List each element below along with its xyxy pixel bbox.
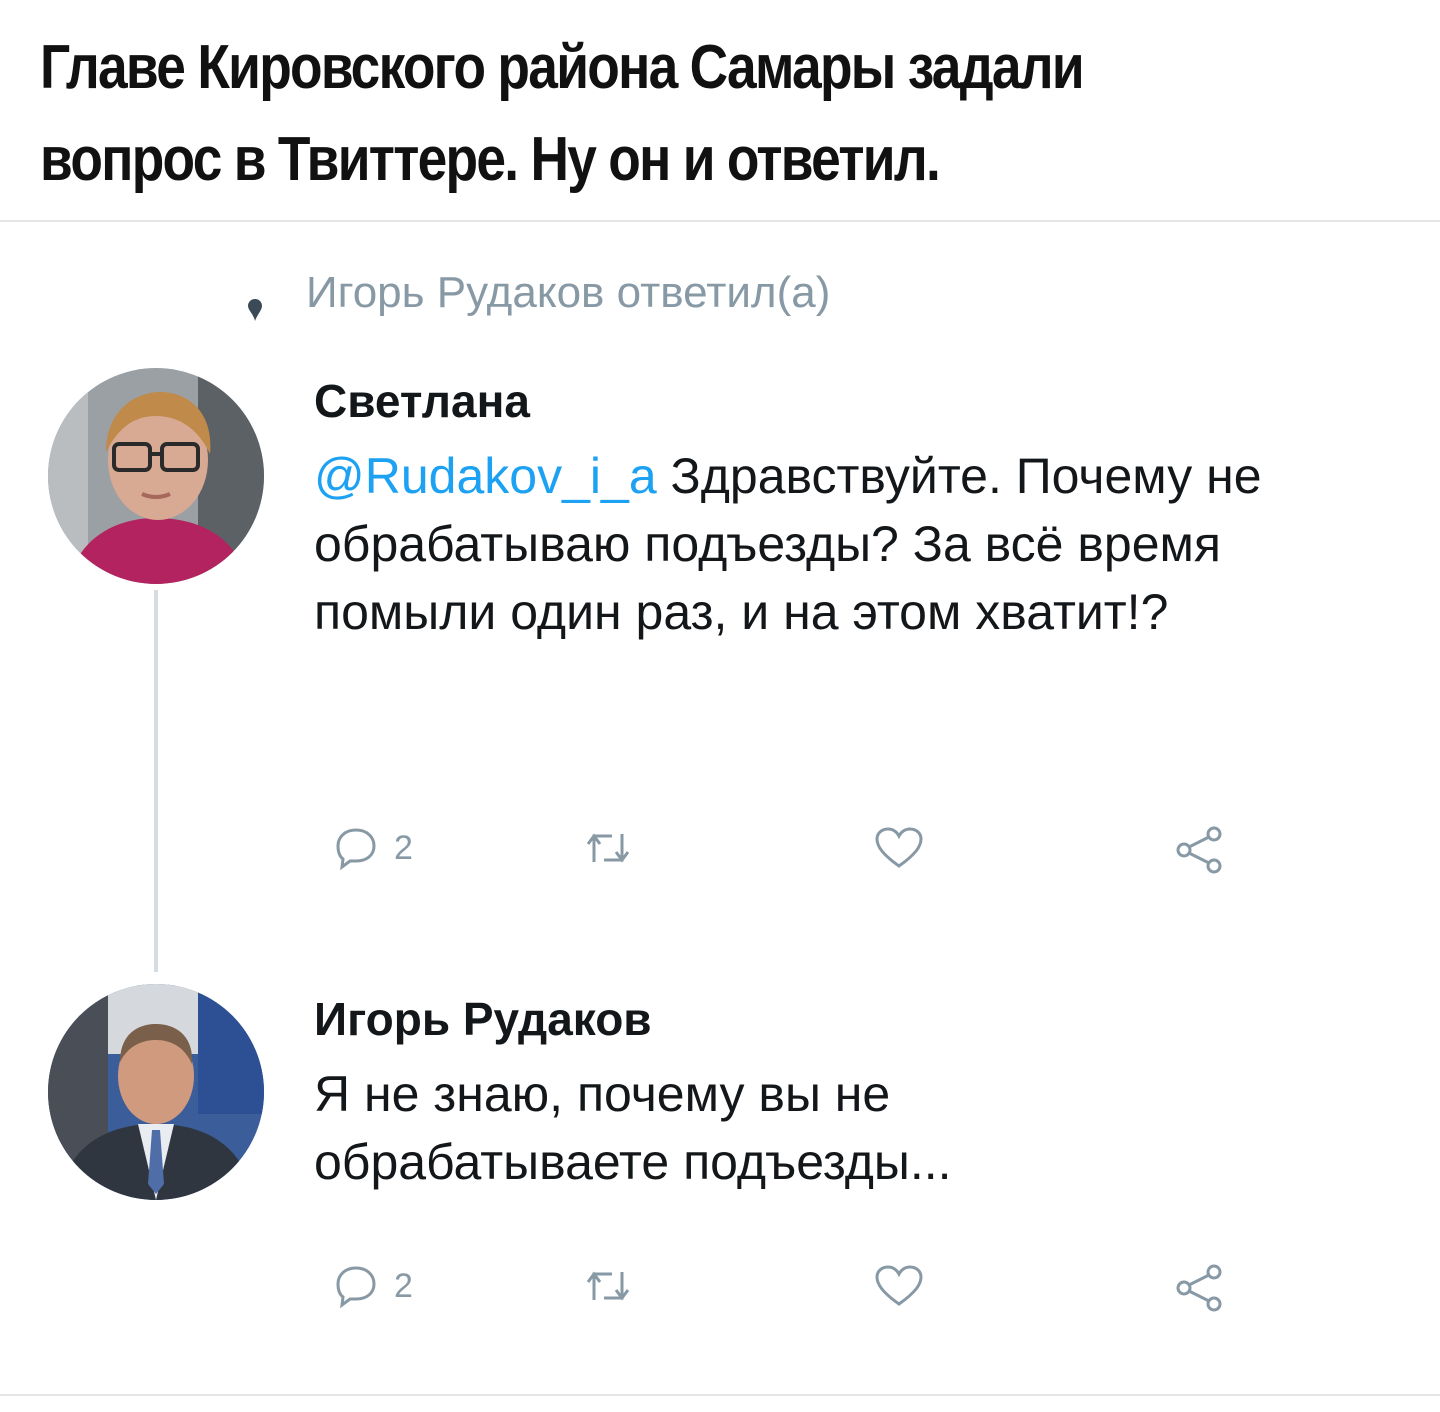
tweet-actions: 2 [314,826,1254,886]
retweet-button[interactable] [582,826,634,870]
reply-context: Игорь Рудаков ответил(а) [248,268,831,321]
bottom-divider [0,1394,1440,1396]
post-caption: Главе Кировского района Самары задали во… [0,0,1440,222]
mention-link[interactable]: @Rudakov_i_a [314,448,657,504]
reply-icon [334,1264,378,1308]
reply-icon [334,826,378,870]
tweet-body: Я не знаю, почему вы не обрабатываете по… [314,1066,952,1190]
like-button[interactable] [874,826,924,870]
share-icon [1174,826,1224,874]
heart-icon [874,1264,924,1308]
share-button[interactable] [1174,826,1224,874]
thread-connector-line [154,590,158,972]
reply-button[interactable]: 2 [334,826,413,870]
reply-count: 2 [394,828,413,867]
heart-icon [874,826,924,870]
caption-text: Главе Кировского района Самары задали во… [40,33,1085,194]
avatar[interactable] [48,368,264,584]
avatar[interactable] [48,984,264,1200]
retweet-icon [582,1264,634,1308]
like-button[interactable] [874,1264,924,1308]
reply-context-icon [248,282,262,321]
tweet-actions: 2 [314,1264,1254,1324]
tweet-body: @Rudakov_i_a Здравствуйте. Почему не обр… [314,442,1374,646]
reply-button[interactable]: 2 [334,1264,413,1308]
reply-count: 2 [394,1266,413,1305]
tweet-thread: Игорь Рудаков ответил(а) Светлана @Rudak… [20,234,1420,1384]
retweet-icon [582,826,634,870]
tweet-author-name[interactable]: Игорь Рудаков [314,992,652,1046]
tweet-author-name[interactable]: Светлана [314,374,530,428]
share-icon [1174,1264,1224,1312]
reply-context-label: Игорь Рудаков ответил(а) [306,268,831,317]
share-button[interactable] [1174,1264,1224,1312]
retweet-button[interactable] [582,1264,634,1308]
